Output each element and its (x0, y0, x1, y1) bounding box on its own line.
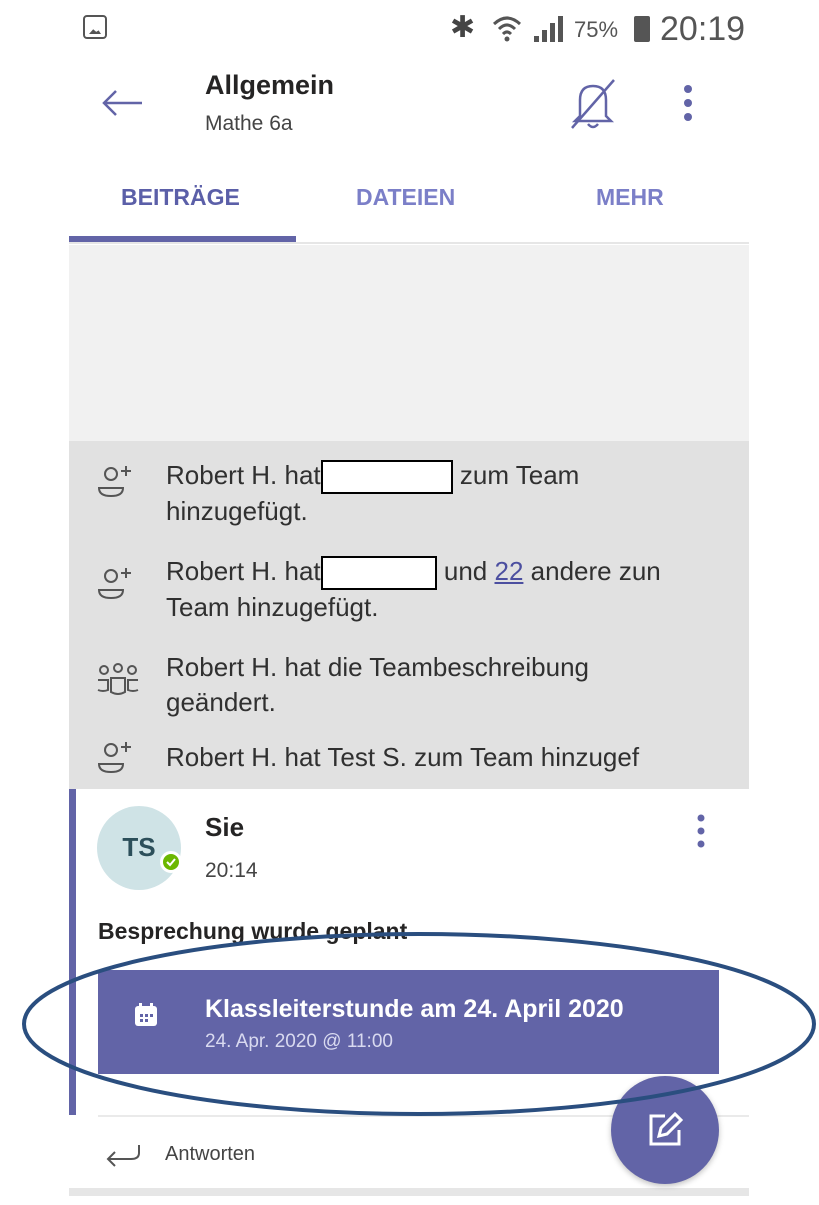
member-count-link[interactable]: 22 (495, 556, 524, 586)
activity-text: hinzugefügt. (166, 496, 308, 527)
wifi-icon (492, 16, 522, 42)
annotation-ellipse (22, 932, 816, 1116)
team-icon (97, 663, 139, 695)
activity-text: Robert H. hat Test S. zum Team hinzugef (166, 742, 640, 772)
clock: 20:19 (660, 10, 746, 48)
activity-item: Robert H. hat die Teambeschreibung geänd… (166, 650, 744, 720)
activity-item: Robert H. hat Test S. zum Team hinzugef (166, 740, 744, 775)
post-more-options-icon[interactable] (695, 813, 707, 849)
back-arrow-icon[interactable] (100, 88, 144, 118)
add-person-icon (97, 466, 131, 498)
reply-arrow-icon[interactable] (105, 1143, 141, 1167)
activity-text: und (443, 556, 488, 586)
activity-text: andere zun (530, 556, 661, 586)
feed-empty-area (69, 245, 749, 441)
tab-files[interactable]: DATEIEN (356, 184, 455, 211)
activity-text: Robert H. hat (166, 460, 321, 490)
more-options-icon[interactable] (682, 84, 694, 124)
redacted-name (320, 460, 453, 495)
tab-more[interactable]: MEHR (596, 184, 664, 211)
channel-title: Allgemein (205, 70, 335, 100)
bottom-divider (69, 1188, 749, 1196)
post-author: Sie (205, 812, 245, 842)
activity-text: Robert H. hat die Teambeschreibung (166, 652, 589, 682)
add-person-icon (97, 568, 131, 600)
avatar[interactable]: TS (97, 806, 181, 890)
status-bar: ✱ 75% 20:19 (0, 0, 819, 56)
mute-bell-icon[interactable] (568, 76, 618, 132)
activity-item: Robert H. hat zum Team hinzugefügt. (166, 458, 744, 529)
add-person-icon (97, 742, 131, 774)
tab-posts[interactable]: BEITRÄGE (121, 184, 240, 211)
battery-icon (634, 16, 650, 42)
activity-text: geändert. (166, 687, 276, 717)
bluetooth-icon: ✱ (450, 11, 476, 44)
activity-text: Team hinzugefügt. (166, 592, 379, 623)
activity-text: zum Team (459, 460, 580, 490)
presence-available-icon (160, 851, 182, 873)
gallery-notification-icon (83, 15, 107, 39)
activity-text: Robert H. hat (166, 556, 321, 586)
reply-button[interactable]: Antworten (165, 1143, 255, 1166)
battery-percent: 75% (574, 17, 619, 42)
team-name: Mathe 6a (205, 112, 293, 135)
activity-item: Robert H. hat und 22 andere zun Team hin… (166, 554, 744, 625)
signal-icon (534, 16, 563, 42)
tab-divider (69, 242, 749, 244)
post-timestamp: 20:14 (205, 859, 258, 882)
redacted-name (320, 556, 437, 591)
